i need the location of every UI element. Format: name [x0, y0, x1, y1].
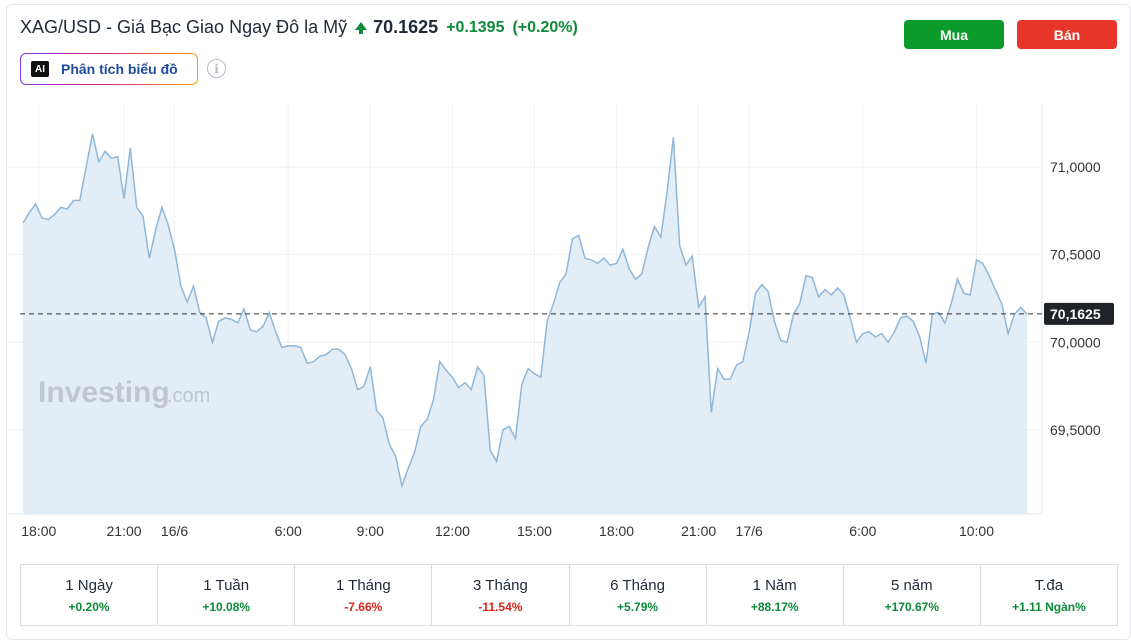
watermark-brand: Investing [38, 376, 170, 409]
performance-period: 1 Năm [752, 576, 797, 594]
x-tick-label: 17/6 [736, 523, 763, 539]
performance-cell[interactable]: 5 năm +170.67% [844, 565, 981, 625]
x-tick-label: 9:00 [357, 523, 384, 539]
y-axis-labels: 71,0000 70,5000 70,0000 69,5000 [1050, 159, 1101, 438]
performance-period: 1 Ngày [65, 576, 113, 594]
performance-value: +1.11 Ngàn% [1012, 599, 1086, 614]
x-tick-label: 6:00 [849, 523, 876, 539]
performance-period: 1 Tuần [203, 576, 250, 594]
x-tick-label: 21:00 [681, 523, 716, 539]
performance-cell[interactable]: T.đa +1.11 Ngàn% [981, 565, 1117, 625]
x-tick-label: 10:00 [959, 523, 994, 539]
performance-value: +0.20% [68, 599, 110, 614]
performance-period: 1 Tháng [335, 576, 391, 594]
y-tick-label: 70,5000 [1050, 247, 1101, 263]
performance-value: +5.79% [617, 599, 659, 614]
performance-period: T.đa [1034, 576, 1064, 594]
performance-value: +10.08% [202, 599, 251, 614]
x-axis-labels: 18:00 21:00 16/6 6:00 9:00 12:00 15:00 18:00 21:… [21, 523, 994, 539]
x-tick-label: 6:00 [275, 523, 302, 539]
performance-cell[interactable]: 1 Năm +88.17% [707, 565, 844, 625]
watermark-suffix: .com [167, 385, 210, 407]
performance-cell[interactable]: 3 Tháng -11.54% [432, 565, 570, 625]
performance-table: 1 Ngày +0.20% 1 Tuần +10.08% 1 Tháng -7.66% 3 … [20, 564, 1118, 626]
performance-period: 3 Tháng [473, 576, 528, 594]
x-tick-label: 16/6 [161, 523, 188, 539]
performance-cell[interactable]: 1 Ngày +0.20% [21, 565, 159, 625]
price-area [23, 133, 1027, 515]
performance-value: -11.54% [478, 599, 523, 614]
price-chart[interactable]: Investing .com 70,1625 71,0000 70,5000 70,… [0, 0, 1131, 560]
performance-value: +170.67% [884, 599, 939, 614]
last-price-badge: 70,1625 [1044, 302, 1114, 325]
performance-value: +88.17% [750, 599, 799, 614]
x-tick-label: 18:00 [599, 523, 634, 539]
last-price-label: 70,1625 [1050, 306, 1101, 322]
performance-period: 6 Tháng [610, 576, 665, 594]
x-tick-label: 18:00 [21, 523, 56, 539]
performance-cell[interactable]: 1 Tháng -7.66% [295, 565, 433, 625]
y-tick-label: 69,5000 [1050, 422, 1101, 438]
performance-value: -7.66% [344, 599, 383, 614]
y-tick-label: 70,0000 [1050, 334, 1101, 350]
x-tick-label: 12:00 [435, 523, 470, 539]
performance-cell[interactable]: 6 Tháng +5.79% [570, 565, 707, 625]
y-tick-label: 71,0000 [1050, 159, 1101, 175]
performance-period: 5 năm [890, 576, 933, 594]
x-tick-label: 21:00 [107, 523, 142, 539]
performance-cell[interactable]: 1 Tuần +10.08% [158, 565, 296, 625]
x-tick-label: 15:00 [517, 523, 552, 539]
